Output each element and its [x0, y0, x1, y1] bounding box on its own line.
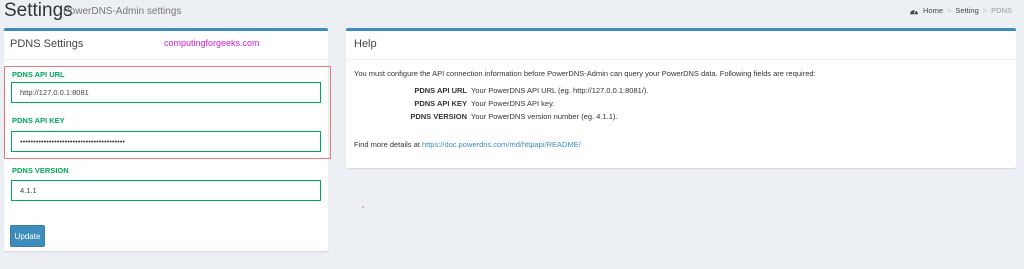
help-desc: Your PowerDNS API key. [471, 99, 555, 108]
help-intro: You must configure the API connection in… [354, 69, 816, 78]
stray-dot [362, 206, 364, 208]
dashboard-icon [910, 9, 918, 14]
breadcrumb-separator: > [947, 6, 952, 15]
page-subtitle: PowerDNS-Admin settings [63, 6, 182, 17]
docs-link[interactable]: https://doc.powerdns.com/md/httpapi/READ… [422, 140, 581, 149]
help-more-prefix: Find more details at [354, 140, 422, 149]
help-item: PDNS API URL Your PowerDNS API URL (eg. … [354, 86, 1004, 98]
help-more: Find more details at https://doc.powerdn… [354, 140, 581, 149]
box-divider [4, 59, 328, 60]
help-title: Help [354, 38, 377, 50]
help-term: PDNS API URL [414, 86, 467, 95]
help-item: PDNS API KEY Your PowerDNS API key. [354, 99, 1004, 111]
version-label: PDNS VERSION [12, 166, 69, 175]
content-header: Settings PowerDNS-Admin settings Home > … [0, 0, 1024, 26]
breadcrumb: Home > Setting > PDNS [909, 6, 1012, 15]
box-divider [346, 59, 1016, 60]
pdns-settings-title: PDNS Settings [10, 38, 84, 50]
help-term: PDNS VERSION [410, 112, 467, 121]
help-desc: Your PowerDNS version number (eg. 4.1.1)… [471, 112, 618, 121]
help-box: Help You must configure the API connecti… [346, 28, 1016, 168]
api-key-label: PDNS API KEY [12, 116, 65, 125]
breadcrumb-setting[interactable]: Setting [955, 6, 978, 15]
help-term: PDNS API KEY [414, 99, 467, 108]
breadcrumb-home[interactable]: Home [923, 6, 943, 15]
help-item: PDNS VERSION Your PowerDNS version numbe… [354, 112, 1004, 124]
update-button[interactable]: Update [10, 225, 45, 247]
api-url-label: PDNS API URL [12, 70, 65, 79]
pdns-settings-box: PDNS Settings computingforgeeks.com PDNS… [4, 28, 331, 251]
breadcrumb-separator: > [982, 6, 988, 15]
api-key-input[interactable] [11, 131, 321, 152]
help-desc: Your PowerDNS API URL (eg. http://127.0.… [471, 86, 649, 95]
api-url-input[interactable] [11, 82, 321, 103]
watermark-text: computingforgeeks.com [164, 38, 260, 48]
breadcrumb-current: PDNS [991, 6, 1012, 15]
version-input[interactable] [11, 180, 321, 201]
